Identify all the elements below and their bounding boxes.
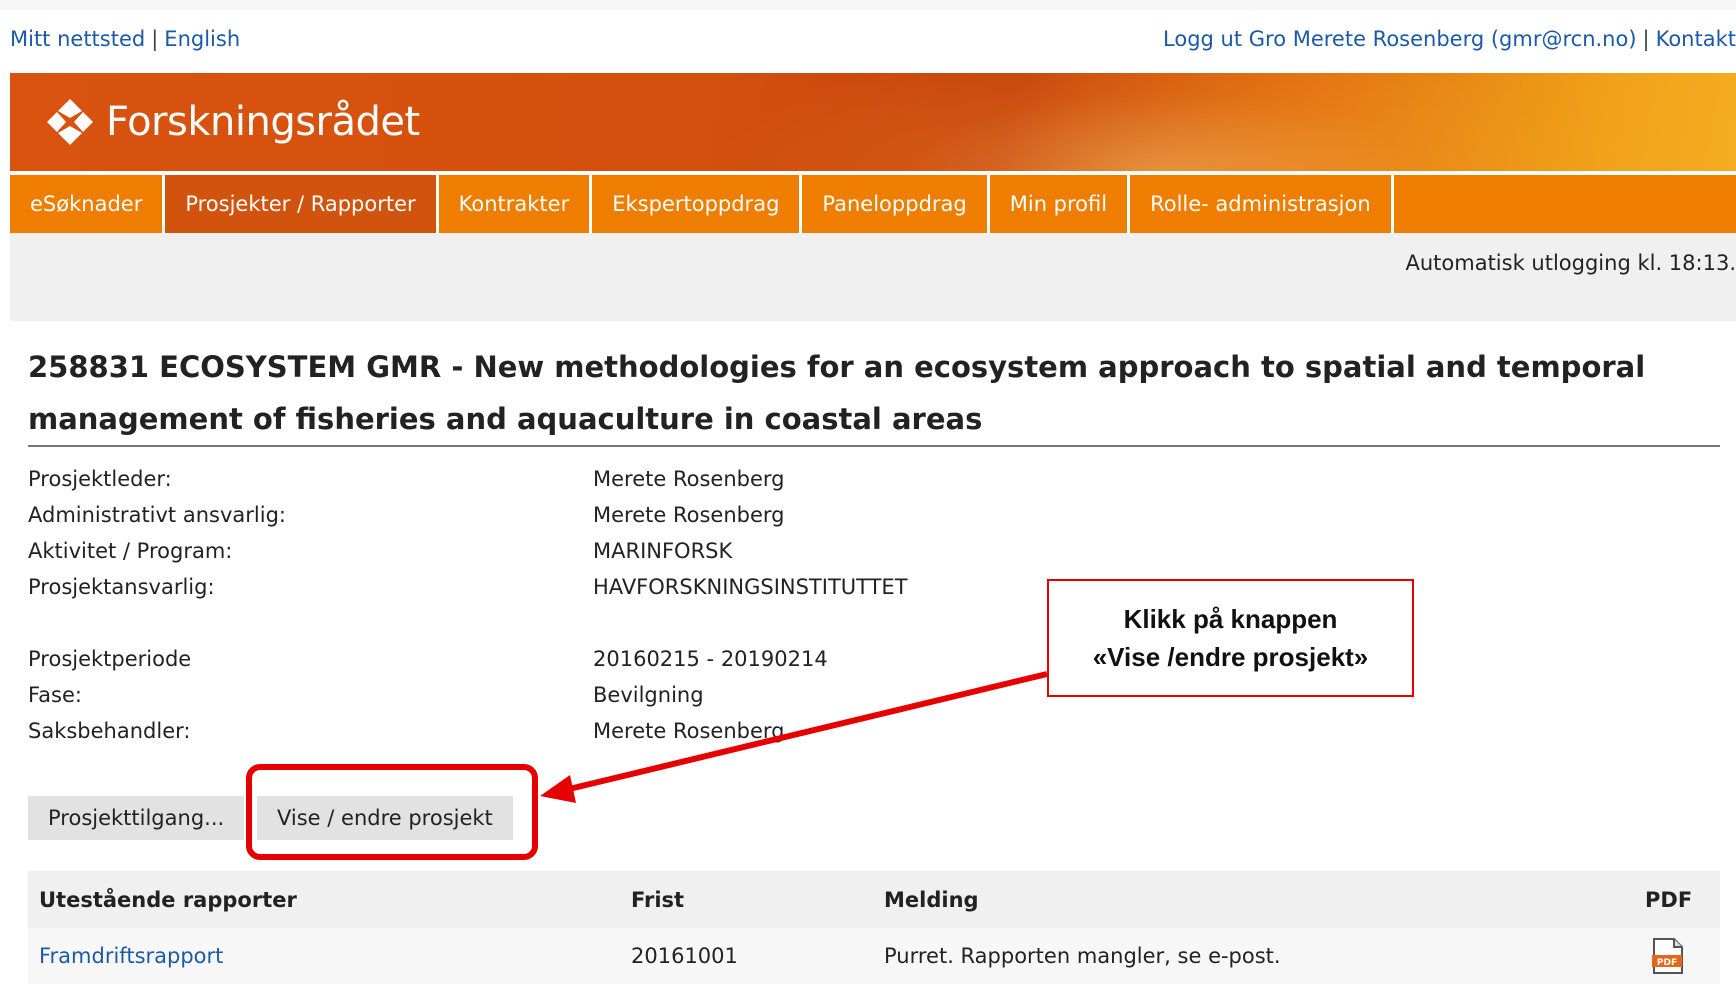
header-name: Utestående rapporter xyxy=(39,887,297,912)
field-label: Prosjektansvarlig: xyxy=(28,575,215,599)
brand-name: Forskningsrådet xyxy=(106,99,420,145)
my-site-link[interactable]: Mitt nettsted xyxy=(10,27,145,51)
instruction-callout: Klikk på knappen «Vise /endre prosjekt» xyxy=(1047,579,1414,697)
callout-line-2: «Vise /endre prosjekt» xyxy=(1092,642,1369,672)
field-value: Merete Rosenberg xyxy=(593,719,785,743)
tab-rolle-administrasjon[interactable]: Rolle- administrasjon xyxy=(1130,175,1394,233)
contact-link[interactable]: Kontakt xyxy=(1656,27,1736,51)
title-line-2: management of fisheries and aquaculture … xyxy=(28,402,983,436)
highlight-box xyxy=(246,764,538,860)
table-header: Utestående rapporter Frist Melding PDF xyxy=(28,871,1720,928)
logo[interactable]: Forskningsrådet xyxy=(44,93,420,151)
outstanding-reports-table: Utestående rapporter Frist Melding PDF F… xyxy=(28,871,1720,984)
header-message: Melding xyxy=(884,887,979,912)
header-banner: Forskningsrådet xyxy=(10,73,1736,171)
field-label: Prosjektleder: xyxy=(28,467,172,491)
main-content: 258831 ECOSYSTEM GMR - New methodologies… xyxy=(10,321,1736,1002)
top-links-bar: Mitt nettsted | English Logg ut Gro Merete… xyxy=(10,20,1736,58)
forskningsradet-logo-icon xyxy=(47,99,93,145)
header-deadline: Frist xyxy=(631,887,685,912)
field-label: Aktivitet / Program: xyxy=(28,539,233,563)
page-title: 258831 ECOSYSTEM GMR - New methodologies… xyxy=(28,341,1718,445)
separator: | xyxy=(1642,27,1650,51)
pdf-file-icon[interactable]: PDF xyxy=(1650,928,1686,984)
logout-link[interactable]: Logg ut Gro Merete Rosenberg (gmr@rcn.no… xyxy=(1163,27,1637,51)
table-row: Framdriftsrapport 20161001 Purret. Rappo… xyxy=(28,928,1720,984)
tab-kontrakter[interactable]: Kontrakter xyxy=(439,175,593,233)
field-value: HAVFORSKNINGSINSTITUTTET xyxy=(593,575,908,599)
report-message: Purret. Rapporten mangler, se e-post. xyxy=(884,944,1281,968)
report-link[interactable]: Framdriftsrapport xyxy=(39,944,223,968)
tab-ekspertoppdrag[interactable]: Ekspertoppdrag xyxy=(592,175,803,233)
tab-paneloppdrag[interactable]: Paneloppdrag xyxy=(802,175,990,233)
header-pdf: PDF xyxy=(1645,887,1693,912)
callout-line-1: Klikk på knappen xyxy=(1123,604,1338,634)
field-label: Saksbehandler: xyxy=(28,719,191,743)
report-deadline: 20161001 xyxy=(631,944,738,968)
field-value: 20160215 - 20190214 xyxy=(593,647,828,671)
title-line-1: 258831 ECOSYSTEM GMR - New methodologies… xyxy=(28,350,1646,384)
main-nav: eSøknader Prosjekter / Rapporter Kontrak… xyxy=(10,175,1736,233)
title-divider xyxy=(28,445,1720,447)
tab-esoknader[interactable]: eSøknader xyxy=(10,175,166,233)
banner-decoration xyxy=(710,73,1610,171)
project-access-button[interactable]: Prosjekttilgang... xyxy=(28,796,245,840)
svg-text:PDF: PDF xyxy=(1657,958,1677,968)
field-value: MARINFORSK xyxy=(593,539,733,563)
autologout-notice: Automatisk utlogging kl. 18:13. xyxy=(1405,251,1736,275)
session-bar: Automatisk utlogging kl. 18:13. xyxy=(10,233,1736,321)
top-strip xyxy=(0,0,1736,10)
pdf-icon-graphic: PDF xyxy=(1652,938,1683,974)
field-label: Fase: xyxy=(28,683,82,707)
field-value: Bevilgning xyxy=(593,683,704,707)
tab-min-profil[interactable]: Min profil xyxy=(990,175,1131,233)
tab-prosjekter-rapporter[interactable]: Prosjekter / Rapporter xyxy=(165,175,439,233)
english-link[interactable]: English xyxy=(164,27,240,51)
top-links-right: Logg ut Gro Merete Rosenberg (gmr@rcn.no… xyxy=(1163,20,1736,58)
field-label: Prosjektperiode xyxy=(28,647,192,671)
top-links-left: Mitt nettsted | English xyxy=(10,20,240,58)
field-value: Merete Rosenberg xyxy=(593,467,785,491)
separator: | xyxy=(151,27,159,51)
field-value: Merete Rosenberg xyxy=(593,503,785,527)
field-label: Administrativt ansvarlig: xyxy=(28,503,286,527)
